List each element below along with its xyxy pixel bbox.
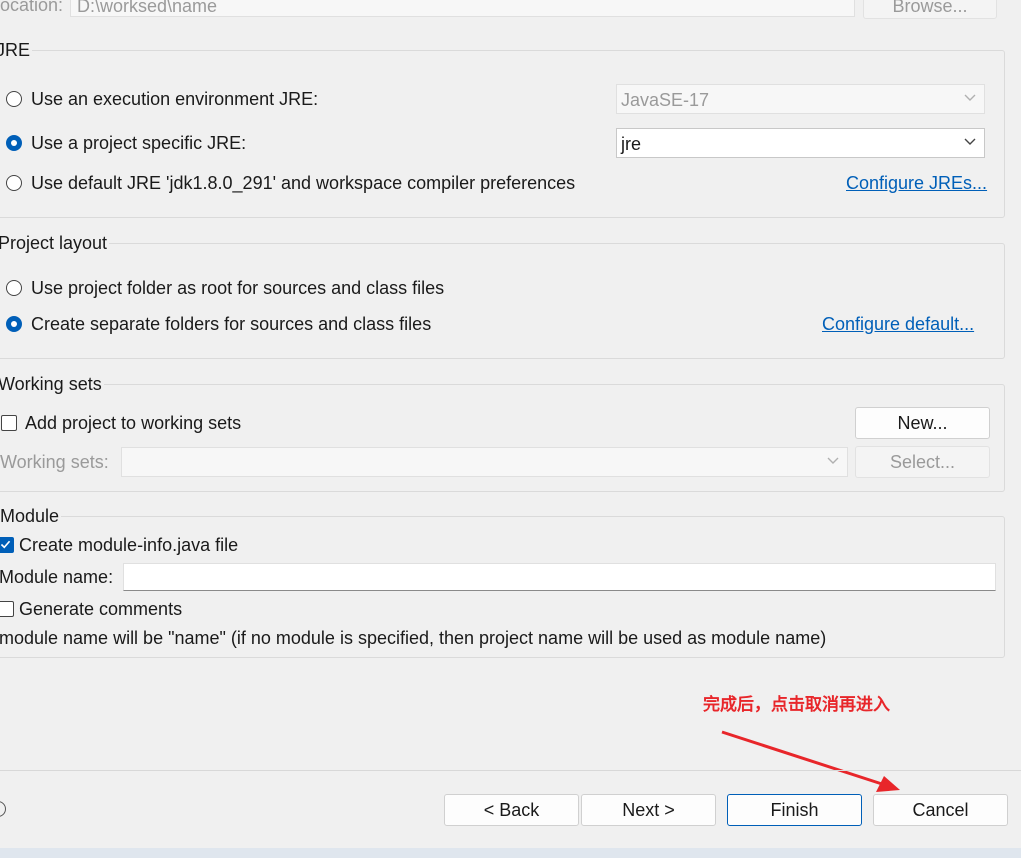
window-bottom-edge bbox=[0, 848, 1021, 858]
module-name-label: Module name: bbox=[0, 567, 114, 587]
location-row: Location: D:\worksed\name Browse... bbox=[0, 0, 1021, 20]
layout-separate-label: Create separate folders for sources and … bbox=[31, 314, 432, 334]
new-button-label: New... bbox=[897, 412, 948, 433]
cancel-button-label: Cancel bbox=[912, 799, 969, 820]
generate-comments-checkbox[interactable] bbox=[0, 601, 14, 617]
finish-button-label: Finish bbox=[770, 799, 819, 820]
configure-jres-link[interactable]: Configure JREs... bbox=[846, 174, 987, 192]
module-info-text: module name will be "name" (if no module… bbox=[0, 628, 827, 648]
jre-env-label: Use an execution environment JRE: bbox=[31, 89, 319, 109]
add-working-sets-checkbox[interactable] bbox=[1, 415, 17, 431]
finish-button[interactable]: Finish bbox=[727, 794, 862, 826]
create-module-info-checkbox[interactable] bbox=[0, 537, 14, 553]
jre-specific-label: Use a project specific JRE: bbox=[31, 133, 247, 153]
annotation-text: 完成后，点击取消再进入 bbox=[703, 695, 890, 715]
select-button-label: Select... bbox=[889, 451, 956, 472]
jre-specific-select[interactable]: jre bbox=[616, 128, 985, 158]
location-value: D:\worksed\name bbox=[77, 0, 218, 16]
jre-env-select[interactable]: JavaSE-17 bbox=[616, 84, 985, 114]
working-sets-label: Working sets: bbox=[0, 452, 109, 472]
next-button[interactable]: Next > bbox=[581, 794, 716, 826]
chevron-down-icon bbox=[964, 94, 976, 101]
layout-root-label: Use project folder as root for sources a… bbox=[31, 278, 445, 298]
browse-button-label: Browse... bbox=[892, 0, 968, 16]
back-button-label: < Back bbox=[483, 799, 540, 820]
footer-separator bbox=[0, 770, 1021, 771]
location-label: Location: bbox=[0, 0, 64, 15]
jre-default-label: Use default JRE 'jdk1.8.0_291' and works… bbox=[31, 173, 576, 193]
layout-separate-radio[interactable] bbox=[6, 316, 22, 332]
module-title: Module bbox=[0, 506, 62, 526]
configure-default-link[interactable]: Configure default... bbox=[822, 315, 974, 333]
working-sets-select[interactable] bbox=[121, 447, 848, 477]
jre-default-radio[interactable] bbox=[6, 175, 22, 191]
jre-env-value: JavaSE-17 bbox=[621, 90, 710, 110]
back-button[interactable]: < Back bbox=[444, 794, 579, 826]
jre-specific-radio[interactable] bbox=[6, 135, 22, 151]
jre-env-radio[interactable] bbox=[6, 91, 22, 107]
help-icon[interactable] bbox=[0, 801, 6, 817]
jre-specific-value: jre bbox=[621, 134, 642, 154]
module-name-input[interactable] bbox=[123, 563, 996, 591]
generate-comments-label: Generate comments bbox=[19, 599, 183, 619]
next-button-label: Next > bbox=[622, 799, 675, 820]
select-working-sets-button[interactable]: Select... bbox=[855, 446, 990, 478]
jre-group-title: JRE bbox=[0, 41, 33, 59]
chevron-down-icon bbox=[827, 457, 839, 464]
chevron-down-icon bbox=[964, 138, 976, 145]
browse-button[interactable]: Browse... bbox=[863, 0, 997, 19]
location-input[interactable]: D:\worksed\name bbox=[70, 0, 855, 17]
add-working-sets-label: Add project to working sets bbox=[25, 413, 242, 433]
layout-root-radio[interactable] bbox=[6, 280, 22, 296]
create-module-info-label: Create module-info.java file bbox=[19, 535, 239, 555]
working-sets-title: Working sets bbox=[0, 375, 104, 393]
checkmark-icon bbox=[0, 540, 11, 549]
new-working-set-button[interactable]: New... bbox=[855, 407, 990, 439]
project-layout-group bbox=[0, 243, 1005, 359]
project-layout-title: Project layout bbox=[0, 234, 110, 252]
cancel-button[interactable]: Cancel bbox=[873, 794, 1008, 826]
annotation-arrow bbox=[721, 730, 900, 792]
